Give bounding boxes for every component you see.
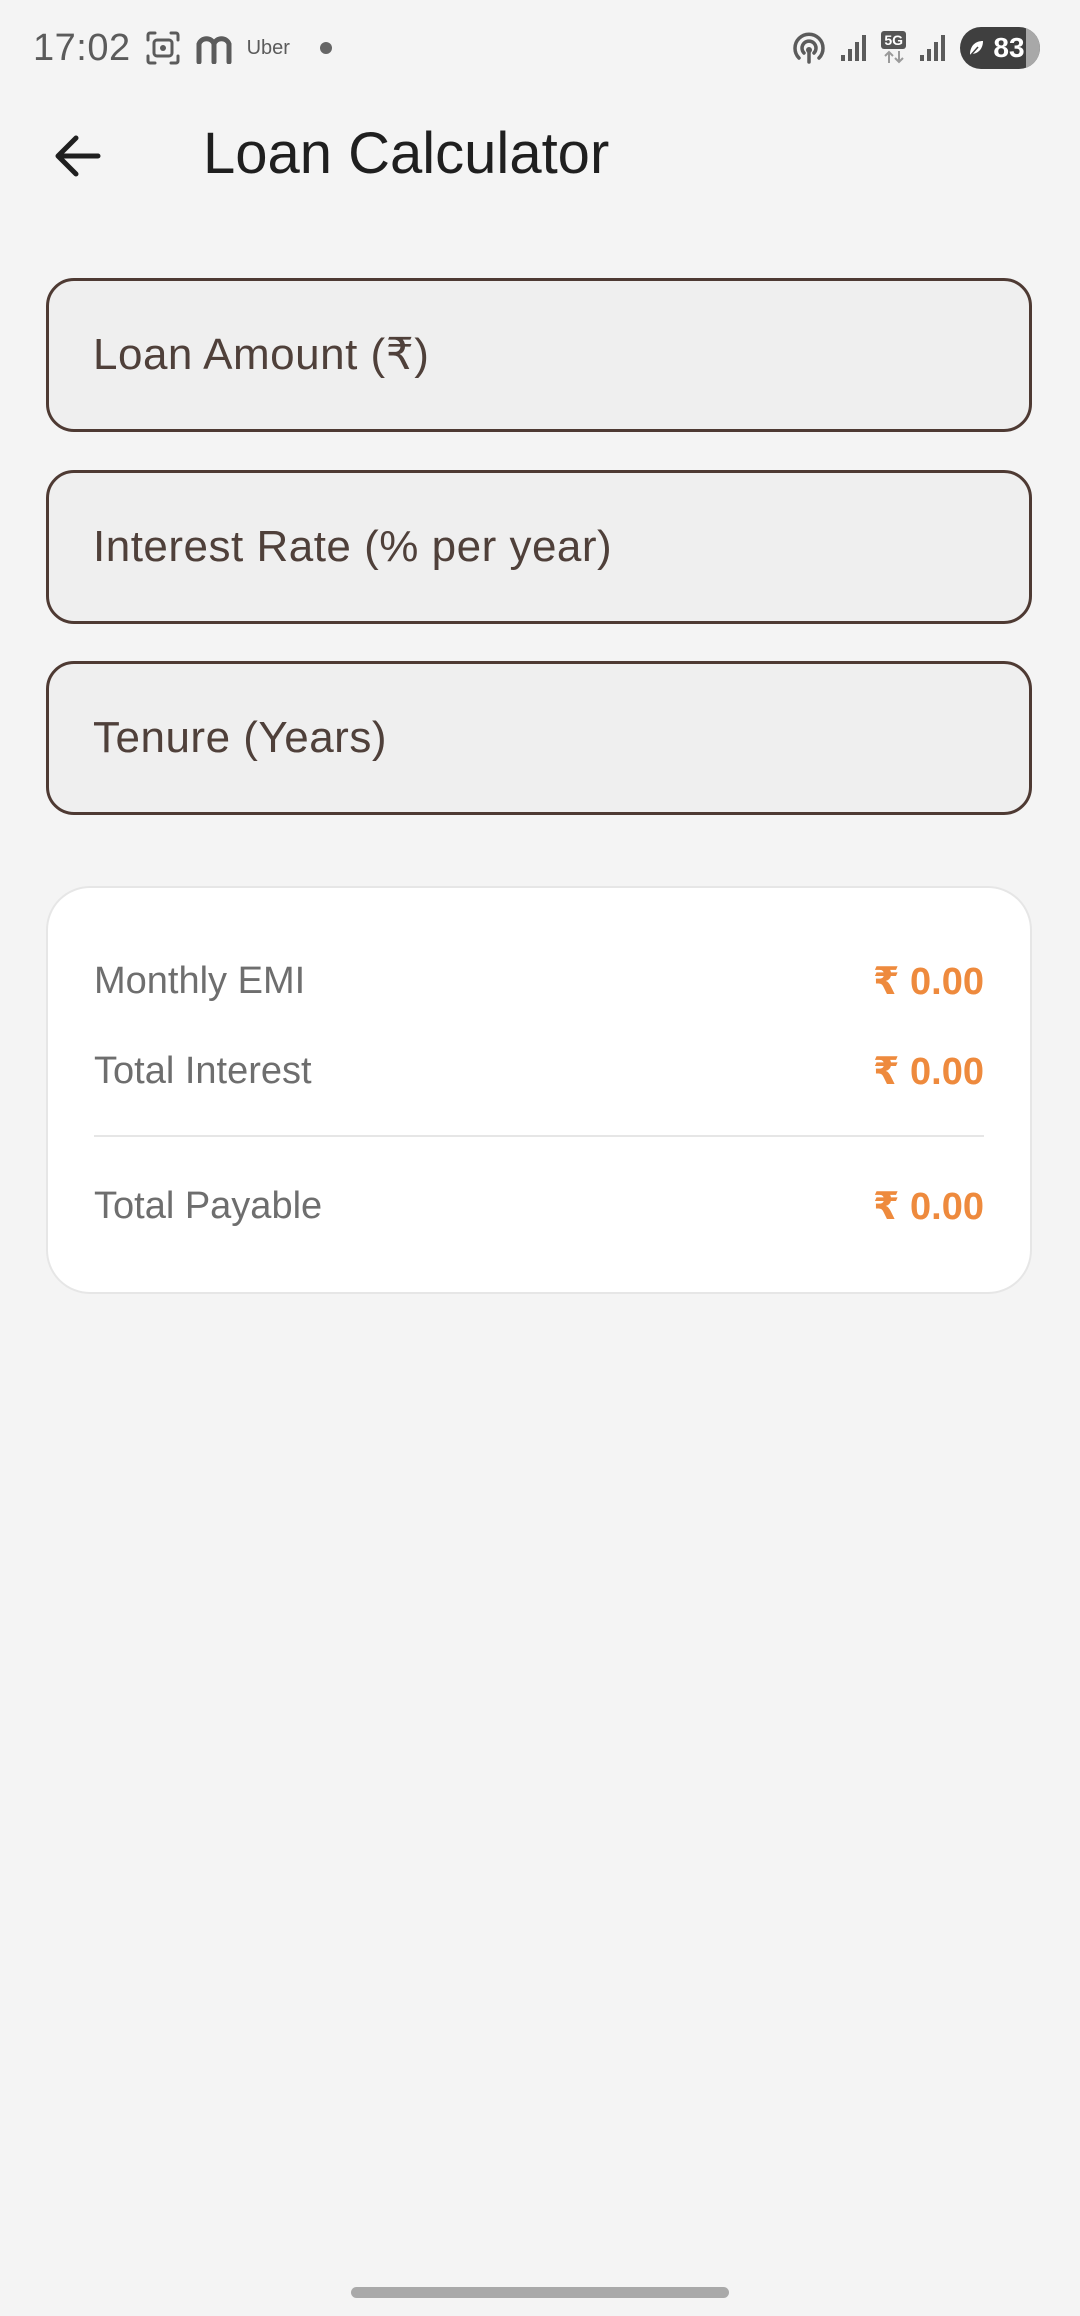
loan-amount-field[interactable]	[46, 278, 1032, 432]
total-interest-label: Total Interest	[94, 1049, 312, 1092]
total-interest-row: Total Interest ₹ 0.00	[94, 1041, 984, 1101]
interest-rate-input[interactable]	[49, 473, 1029, 621]
results-divider	[94, 1135, 984, 1137]
uber-label: Uber	[246, 36, 290, 59]
loan-amount-input[interactable]	[49, 281, 1029, 429]
app-bar: Loan Calculator	[0, 96, 1080, 210]
monthly-emi-label: Monthly EMI	[94, 959, 306, 1002]
home-indicator[interactable]	[351, 2287, 729, 2298]
network-5g-icon: 5G	[881, 31, 906, 65]
status-right: 5G 83	[791, 24, 1040, 72]
battery-empty-portion	[1026, 27, 1040, 69]
results-card: Monthly EMI ₹ 0.00 Total Interest ₹ 0.00…	[46, 886, 1032, 1294]
tenure-input[interactable]	[49, 664, 1029, 812]
battery-icon: 83	[960, 27, 1040, 69]
tenure-field[interactable]	[46, 661, 1032, 815]
status-bar: 17:02 Uber 5G 83	[0, 0, 1080, 96]
signal-icon	[839, 33, 869, 63]
screenshot-icon	[145, 30, 181, 66]
signal-icon	[918, 33, 948, 63]
total-payable-row: Total Payable ₹ 0.00	[94, 1176, 984, 1236]
status-time: 17:02	[33, 26, 131, 69]
interest-rate-field[interactable]	[46, 470, 1032, 624]
arrow-left-icon	[55, 135, 101, 177]
monthly-emi-value: ₹ 0.00	[873, 960, 984, 1003]
notification-dot-icon	[319, 42, 332, 54]
page-title: Loan Calculator	[203, 121, 610, 186]
network-type-label: 5G	[881, 31, 906, 49]
m-app-icon	[195, 32, 233, 64]
hotspot-icon	[791, 30, 827, 66]
battery-level: 83	[993, 32, 1025, 63]
monthly-emi-row: Monthly EMI ₹ 0.00	[94, 951, 984, 1011]
total-interest-value: ₹ 0.00	[873, 1050, 984, 1093]
total-payable-label: Total Payable	[94, 1184, 323, 1227]
total-payable-value: ₹ 0.00	[873, 1185, 984, 1228]
back-button[interactable]	[40, 119, 114, 193]
status-left: 17:02 Uber	[33, 22, 332, 74]
loan-calculator-screen: 17:02 Uber 5G 83 Loan Calculator Loan Am…	[0, 0, 1080, 2316]
